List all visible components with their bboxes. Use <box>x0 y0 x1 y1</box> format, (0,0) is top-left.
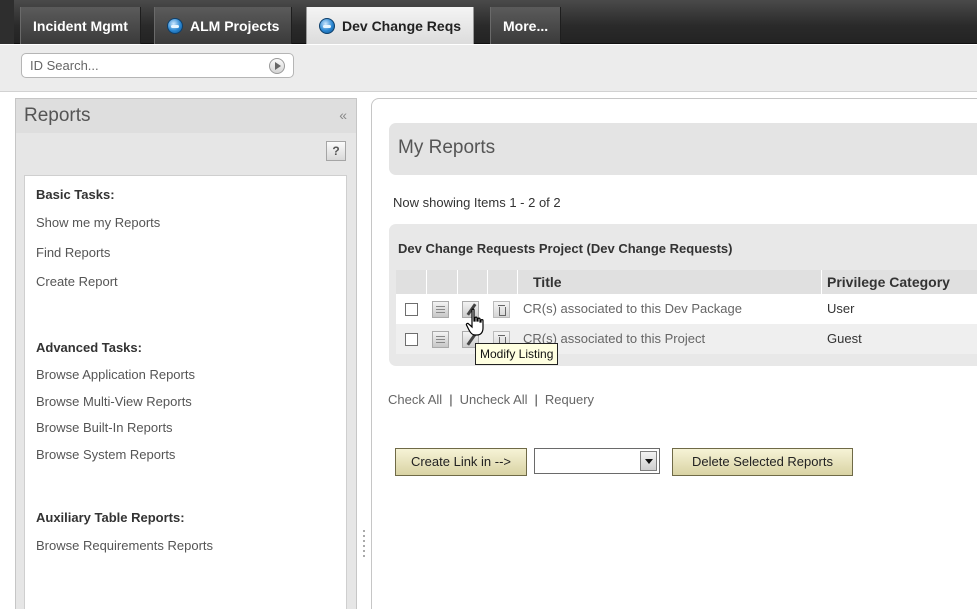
globe-icon <box>167 17 183 34</box>
tab-label: ALM Projects <box>190 17 280 34</box>
privilege-cell: User <box>827 301 855 316</box>
hand-pointer-cursor-icon <box>465 308 484 336</box>
requery-link[interactable]: Requery <box>545 392 594 407</box>
tab-bar-cap <box>0 0 14 44</box>
task-find-reports[interactable]: Find Reports <box>36 245 110 260</box>
selection-actions: Check All | Uncheck All | Requery <box>388 392 595 407</box>
tab-dev-change-reqs[interactable]: Dev Change Reqs <box>306 7 475 44</box>
table-header: Title Privilege Category <box>396 270 977 294</box>
uncheck-all-link[interactable]: Uncheck All <box>460 392 528 407</box>
collapse-icon[interactable]: « <box>339 107 347 123</box>
side-panel-title: Reports <box>24 105 91 126</box>
row-checkbox[interactable] <box>405 303 418 316</box>
column-header-privilege[interactable]: Privilege Category <box>827 274 950 290</box>
top-tab-bar: Incident Mgmt ALM Projects Dev Change Re… <box>0 0 977 44</box>
chevron-down-icon[interactable] <box>640 451 657 471</box>
tab-alm-projects[interactable]: ALM Projects <box>154 7 293 44</box>
tab-more[interactable]: More... <box>490 7 562 44</box>
modify-listing-tooltip: Modify Listing <box>475 343 559 365</box>
auxiliary-reports-heading: Auxiliary Table Reports: <box>36 510 185 525</box>
task-browse-multi-view-reports[interactable]: Browse Multi-View Reports <box>36 394 192 409</box>
view-report-icon[interactable] <box>432 331 449 348</box>
group-title: Dev Change Requests Project (Dev Change … <box>398 241 733 256</box>
main-panel: My Reports Now showing Items 1 - 2 of 2 … <box>371 98 977 609</box>
my-reports-header: My Reports <box>389 123 977 175</box>
task-browse-built-in-reports[interactable]: Browse Built-In Reports <box>36 420 173 435</box>
search-go-icon[interactable] <box>269 58 285 74</box>
reports-side-panel: Reports « ? Basic Tasks: Show me my Repo… <box>15 98 357 609</box>
create-link-button[interactable]: Create Link in --> <box>395 448 527 476</box>
tab-label: Incident Mgmt <box>33 17 128 34</box>
help-icon[interactable]: ? <box>326 141 346 161</box>
delete-selected-reports-button[interactable]: Delete Selected Reports <box>672 448 853 476</box>
tab-label: More... <box>503 17 549 34</box>
task-create-report[interactable]: Create Report <box>36 274 118 289</box>
report-title-cell[interactable]: CR(s) associated to this Dev Package <box>523 301 742 316</box>
panel-splitter-handle[interactable] <box>362 530 366 560</box>
delete-trash-icon[interactable] <box>493 301 510 318</box>
basic-tasks-heading: Basic Tasks: <box>36 187 115 202</box>
tab-incident-mgmt[interactable]: Incident Mgmt <box>20 7 141 44</box>
page-title: My Reports <box>398 137 496 158</box>
advanced-tasks-heading: Advanced Tasks: <box>36 340 142 355</box>
task-browse-application-reports[interactable]: Browse Application Reports <box>36 367 195 382</box>
task-browse-requirements-reports[interactable]: Browse Requirements Reports <box>36 538 213 553</box>
side-panel-header: Reports « <box>16 99 356 133</box>
task-list: Basic Tasks: Show me my Reports Find Rep… <box>24 175 347 609</box>
view-report-icon[interactable] <box>432 301 449 318</box>
tab-label: Dev Change Reqs <box>342 17 462 34</box>
task-browse-system-reports[interactable]: Browse System Reports <box>36 447 175 462</box>
id-search-input[interactable] <box>30 57 260 74</box>
privilege-cell: Guest <box>827 331 862 346</box>
task-show-my-reports[interactable]: Show me my Reports <box>36 215 160 230</box>
items-count-text: Now showing Items 1 - 2 of 2 <box>393 195 561 210</box>
column-header-title[interactable]: Title <box>533 274 562 290</box>
row-checkbox[interactable] <box>405 333 418 346</box>
globe-icon <box>319 17 335 34</box>
link-target-select[interactable] <box>534 448 660 474</box>
search-strip <box>0 45 977 92</box>
id-search-box <box>21 53 294 78</box>
check-all-link[interactable]: Check All <box>388 392 442 407</box>
